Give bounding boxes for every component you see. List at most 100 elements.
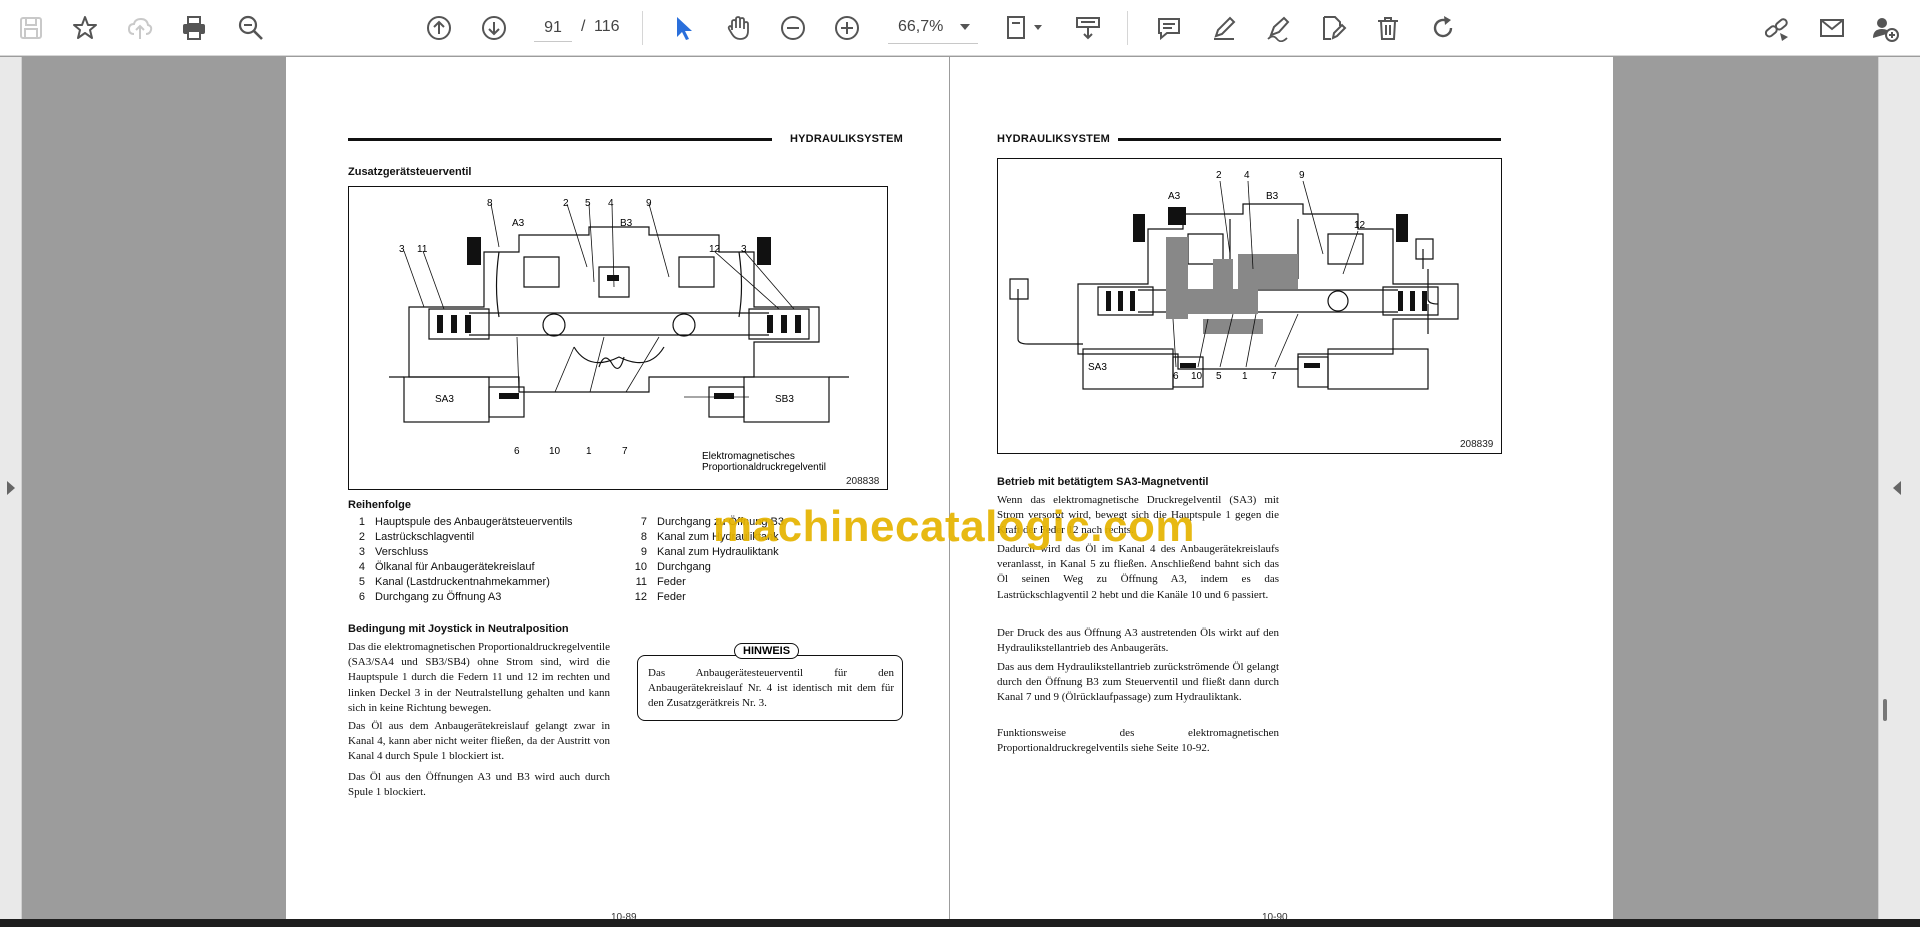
callout-4: 4 bbox=[608, 198, 614, 209]
callout-9: 9 bbox=[646, 198, 652, 209]
list-item: 3 Verschluss bbox=[358, 546, 429, 558]
paragraph-2: Das Öl aus dem Anbaugerätekreislauf gela… bbox=[348, 720, 610, 763]
zoom-in-icon[interactable] bbox=[830, 11, 864, 45]
callout-2: 2 bbox=[563, 198, 569, 209]
figure-number: 208838 bbox=[846, 476, 880, 487]
subheading-neutral: Bedingung mit Joystick in Neutralpositio… bbox=[348, 623, 569, 635]
callout-8: 8 bbox=[487, 198, 493, 209]
callout-5: 5 bbox=[1216, 371, 1222, 382]
figure-number: 208839 bbox=[1460, 439, 1494, 450]
callout-12: 12 bbox=[1354, 220, 1366, 231]
page-number-input[interactable] bbox=[534, 14, 572, 42]
vertical-scrollbar-thumb[interactable] bbox=[1883, 699, 1887, 721]
save-icon[interactable] bbox=[14, 11, 48, 45]
scroll-mode-icon[interactable] bbox=[1071, 11, 1105, 45]
port-b3-label: B3 bbox=[1266, 191, 1279, 202]
paragraph-1: Das die elektromagnetischen Proportional… bbox=[348, 641, 610, 714]
list-title: Reihenfolge bbox=[348, 499, 411, 511]
watermark-text: machinecatalogic.com bbox=[713, 502, 1195, 551]
callout-10: 10 bbox=[1191, 371, 1203, 382]
toolbar-divider bbox=[1127, 11, 1128, 45]
solenoid-sb3-label: SB3 bbox=[775, 394, 794, 405]
pdf-page-right: HYDRAULIKSYSTEM 2 4 9 12 A3 B3 SA3 6 10 … bbox=[950, 57, 1613, 919]
page-header: HYDRAULIKSYSTEM bbox=[997, 133, 1111, 145]
figure-caption-line2: Proportionaldruckregelventil bbox=[702, 462, 826, 473]
paragraph-5: Funktionsweise des elektromagnetischen P… bbox=[997, 727, 1279, 755]
taskbar-strip bbox=[0, 919, 1920, 927]
document-viewer: HYDRAULIKSYSTEM Zusatzgerätsteuerventil bbox=[0, 57, 1920, 919]
page-number: 10-90 bbox=[1262, 912, 1288, 919]
previous-page-icon[interactable] bbox=[422, 11, 456, 45]
rotate-icon[interactable] bbox=[1426, 11, 1460, 45]
list-item: 11 Feder bbox=[635, 576, 686, 588]
note-text: Das Anbaugerätesteuerventil für den Anba… bbox=[648, 667, 894, 710]
page-fit-icon[interactable] bbox=[1000, 11, 1048, 45]
zoom-level-select[interactable]: 66,7% bbox=[888, 14, 978, 44]
parts-list-left: 1 Hauptspule des Anbaugerätsteuerventils … bbox=[348, 515, 618, 605]
expand-right-panel-icon[interactable] bbox=[1893, 481, 1901, 495]
callout-1: 1 bbox=[1242, 371, 1248, 382]
list-item: 10 Durchgang bbox=[634, 561, 711, 573]
cloud-upload-icon[interactable] bbox=[123, 11, 157, 45]
share-link-icon[interactable] bbox=[1759, 11, 1793, 45]
next-page-icon[interactable] bbox=[477, 11, 511, 45]
paragraph-4: Das aus dem Hydraulikstellantrieb zurück… bbox=[997, 661, 1279, 704]
section-title: Zusatzgerätsteuerventil bbox=[348, 166, 472, 178]
callout-10: 10 bbox=[549, 446, 561, 457]
right-side-panel bbox=[1878, 57, 1920, 919]
callout-12: 12 bbox=[709, 244, 721, 255]
highlight-pen-icon[interactable] bbox=[1207, 11, 1241, 45]
list-item: 2 Lastrückschlagventil bbox=[358, 531, 475, 543]
solenoid-sa3-label: SA3 bbox=[1088, 362, 1107, 373]
callout-2: 2 bbox=[1216, 170, 1222, 181]
callout-11: 11 bbox=[417, 244, 428, 255]
callout-7: 7 bbox=[622, 446, 628, 457]
left-side-panel bbox=[0, 57, 22, 919]
list-item: 5 Kanal (Lastdruckentnahmekammer) bbox=[358, 576, 550, 588]
note-label: HINWEIS bbox=[734, 643, 800, 659]
callout-3-right: 3 bbox=[741, 244, 747, 255]
list-item: 4 Ölkanal für Anbaugerätekreislauf bbox=[358, 561, 535, 573]
port-b3-label: B3 bbox=[620, 218, 633, 229]
solenoid-sa3-label: SA3 bbox=[435, 394, 454, 405]
valve-diagram-right: 2 4 9 12 A3 B3 SA3 6 10 5 1 7 208839 bbox=[997, 158, 1502, 454]
callout-1: 1 bbox=[586, 446, 592, 457]
select-cursor-icon[interactable] bbox=[666, 11, 700, 45]
zoom-out-icon[interactable] bbox=[776, 11, 810, 45]
email-icon[interactable] bbox=[1815, 11, 1849, 45]
port-a3-label: A3 bbox=[1168, 191, 1181, 202]
port-a3-label: A3 bbox=[512, 218, 525, 229]
subheading-sa3: Betrieb mit betätigtem SA3-Magnetventil bbox=[997, 476, 1209, 488]
bookmark-star-icon[interactable] bbox=[68, 11, 102, 45]
header-rule bbox=[348, 138, 772, 141]
print-icon[interactable] bbox=[177, 11, 211, 45]
sign-pen-icon[interactable] bbox=[1262, 11, 1296, 45]
expand-left-panel-icon[interactable] bbox=[7, 481, 15, 495]
delete-trash-icon[interactable] bbox=[1371, 11, 1405, 45]
callout-6: 6 bbox=[514, 446, 520, 457]
figure-caption-line1: Elektromagnetisches bbox=[702, 451, 795, 462]
list-item: 12 Feder bbox=[634, 591, 686, 603]
pdf-page-left: HYDRAULIKSYSTEM Zusatzgerätsteuerventil bbox=[286, 57, 949, 919]
total-pages: 116 bbox=[594, 18, 620, 35]
hand-tool-icon[interactable] bbox=[721, 11, 755, 45]
valve-cross-section-drawing bbox=[1009, 180, 1459, 390]
page-number: 10-89 bbox=[611, 912, 637, 919]
toolbar-divider bbox=[642, 11, 643, 45]
callout-9: 9 bbox=[1299, 170, 1305, 181]
list-item: 6 Durchgang zu Öffnung A3 bbox=[358, 591, 502, 603]
callout-5: 5 bbox=[585, 198, 591, 209]
page-separator: / bbox=[581, 18, 586, 35]
zoom-out-magnifier-icon[interactable] bbox=[234, 11, 268, 45]
header-rule bbox=[1118, 138, 1501, 141]
list-item: 1 Hauptspule des Anbaugerätsteuerventils bbox=[358, 516, 573, 528]
valve-cross-section-drawing bbox=[389, 203, 849, 423]
edit-document-icon[interactable] bbox=[1316, 11, 1350, 45]
paragraph-3: Der Druck des aus Öffnung A3 austretende… bbox=[997, 627, 1279, 655]
zoom-level-value: 66,7% bbox=[898, 18, 944, 35]
comment-icon[interactable] bbox=[1152, 11, 1186, 45]
account-add-icon[interactable] bbox=[1868, 11, 1902, 45]
callout-4: 4 bbox=[1244, 170, 1250, 181]
callout-3-left: 3 bbox=[399, 244, 405, 255]
callout-6: 6 bbox=[1173, 371, 1179, 382]
